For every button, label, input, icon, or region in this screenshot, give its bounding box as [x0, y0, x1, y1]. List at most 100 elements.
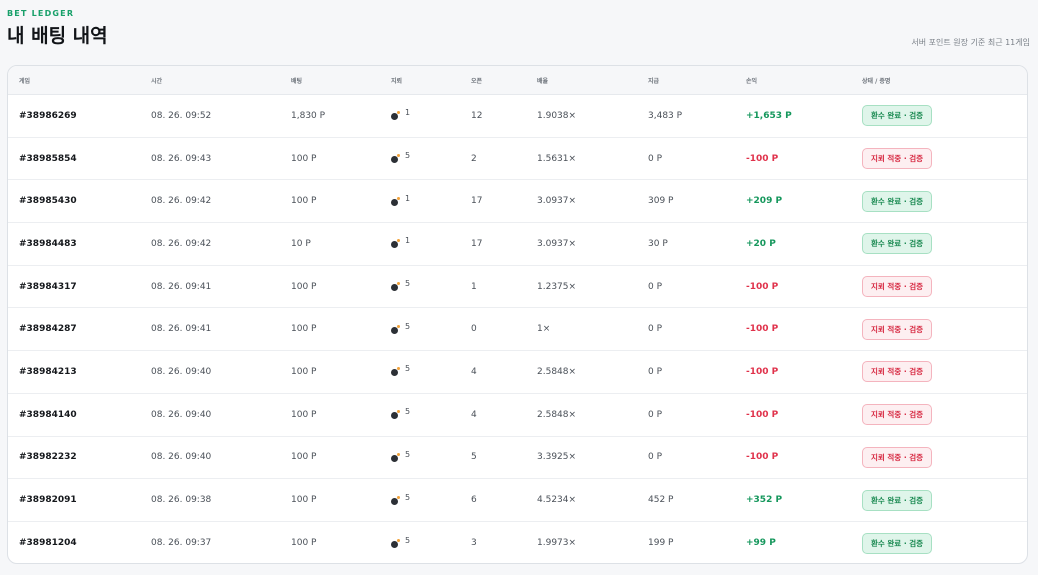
bet-amount: 100 P: [291, 281, 317, 292]
bet-amount: 100 P: [291, 409, 317, 420]
status-cell: 환수 완료 · 검증: [862, 95, 933, 137]
profit-loss: -100 P: [746, 452, 779, 463]
mines-count-cell: 5: [391, 522, 410, 563]
status-badge[interactable]: 환수 완료 · 검증: [862, 532, 933, 554]
column-header-payout: 지급: [648, 77, 660, 85]
profit-loss: +99 P: [746, 538, 776, 549]
open-count: 3: [471, 538, 477, 549]
bet-amount: 10 P: [291, 238, 311, 249]
status-cell: 지뢰 적중 · 검증: [862, 394, 933, 436]
mines-value: 5: [405, 364, 411, 374]
status-badge[interactable]: 환수 완료 · 검증: [862, 190, 933, 212]
bet-time: 08. 26. 09:42: [151, 238, 212, 249]
bet-amount: 100 P: [291, 538, 317, 549]
status-badge[interactable]: 환수 완료 · 검증: [862, 489, 933, 511]
mines-value: 5: [405, 321, 411, 331]
bet-time: 08. 26. 09:38: [151, 495, 212, 506]
table-row[interactable]: #38984483 08. 26. 09:42 10 P 1 17 3.0937× 30 P…: [8, 223, 1027, 266]
status-badge[interactable]: 지뢰 적중 · 검증: [862, 446, 933, 468]
game-id: #38986269: [19, 110, 77, 121]
profit-loss: +352 P: [746, 495, 783, 506]
open-count: 17: [471, 238, 483, 249]
table-row[interactable]: #38981204 08. 26. 09:37 100 P 5 3 1.9973× 199 …: [8, 522, 1027, 563]
multiplier: 2.5848×: [537, 366, 577, 377]
game-id: #38982232: [19, 452, 77, 463]
status-badge[interactable]: 지뢰 적중 · 검증: [862, 276, 933, 298]
mines-count-cell: 5: [391, 138, 410, 180]
mines-count-cell: 5: [391, 479, 410, 521]
mines-count: 5: [391, 450, 410, 462]
multiplier: 1.9973×: [537, 538, 577, 549]
column-header-bet: 배팅: [291, 77, 303, 85]
bet-time: 08. 26. 09:43: [151, 153, 212, 164]
bet-amount: 100 P: [291, 196, 317, 207]
status-cell: 지뢰 적중 · 검증: [862, 138, 933, 180]
multiplier: 1.2375×: [537, 281, 577, 292]
multiplier: 3.0937×: [537, 196, 577, 207]
multiplier: 3.0937×: [537, 238, 577, 249]
profit-loss: -100 P: [746, 281, 779, 292]
payout-amount: 0 P: [648, 153, 663, 164]
profit-loss: -100 P: [746, 153, 779, 164]
table-row[interactable]: #38984287 08. 26. 09:41 100 P 5 0 1× 0 P -100 P…: [8, 308, 1027, 352]
table-row[interactable]: #38985430 08. 26. 09:42 100 P 1 17 3.0937× 309…: [8, 180, 1027, 224]
status-badge[interactable]: 지뢰 적중 · 검증: [862, 361, 933, 383]
column-header-time: 시간: [151, 77, 163, 85]
column-header-status: 상태 / 증명: [862, 77, 891, 85]
open-count: 4: [471, 366, 477, 377]
game-id: #38984213: [19, 366, 77, 377]
table-row[interactable]: #38984213 08. 26. 09:40 100 P 5 4 2.5848× 0 P -…: [8, 351, 1027, 394]
status-cell: 지뢰 적중 · 검증: [862, 308, 933, 350]
table-row[interactable]: #38982232 08. 26. 09:40 100 P 5 5 3.3925× 0 P -…: [8, 437, 1027, 480]
bomb-icon: [391, 367, 400, 377]
status-cell: 지뢰 적중 · 검증: [862, 266, 933, 308]
status-badge[interactable]: 지뢰 적중 · 검증: [862, 404, 933, 426]
payout-amount: 30 P: [648, 238, 668, 249]
mines-count: 5: [391, 536, 410, 548]
bomb-icon: [391, 239, 400, 249]
column-header-mines: 지뢰: [391, 77, 403, 85]
column-header-open: 오픈: [471, 77, 483, 85]
profit-loss: -100 P: [746, 324, 779, 335]
column-header-multiplier: 배율: [537, 77, 549, 85]
table-row[interactable]: #38984317 08. 26. 09:41 100 P 5 1 1.2375× 0 P -…: [8, 266, 1027, 309]
table-row[interactable]: #38985854 08. 26. 09:43 100 P 5 2 1.5631× 0 P -…: [8, 138, 1027, 181]
status-cell: 환수 완료 · 검증: [862, 180, 933, 222]
bet-amount: 100 P: [291, 495, 317, 506]
mines-value: 5: [405, 151, 411, 161]
multiplier: 1×: [537, 324, 551, 335]
bet-time: 08. 26. 09:40: [151, 452, 212, 463]
profit-loss: +1,653 P: [746, 110, 792, 121]
mines-value: 5: [405, 279, 411, 289]
mines-count: 1: [391, 236, 410, 249]
mines-count: 5: [391, 493, 410, 505]
status-badge[interactable]: 환수 완료 · 검증: [862, 105, 933, 127]
status-badge[interactable]: 지뢰 적중 · 검증: [862, 318, 933, 340]
table-row[interactable]: #38984140 08. 26. 09:40 100 P 5 4 2.5848× 0 P -…: [8, 394, 1027, 437]
status-cell: 환수 완료 · 검증: [862, 479, 933, 521]
bet-history-table: 게임 시간 배팅 지뢰 오픈 배율 지급 손익 상태 / 증명 #3898626…: [7, 65, 1028, 564]
open-count: 17: [471, 196, 483, 207]
mines-count: 1: [391, 108, 410, 121]
table-row[interactable]: #38982091 08. 26. 09:38 100 P 5 6 4.5234× 452 …: [8, 479, 1027, 522]
mines-count: 5: [391, 407, 411, 420]
bet-amount: 100 P: [291, 452, 317, 463]
game-id: #38985430: [19, 196, 77, 207]
bomb-icon: [391, 495, 400, 505]
multiplier: 1.5631×: [537, 153, 577, 164]
game-id: #38985854: [19, 153, 77, 164]
status-badge[interactable]: 지뢰 적중 · 검증: [862, 148, 933, 170]
open-count: 4: [471, 409, 477, 420]
mines-count: 5: [391, 151, 411, 164]
bomb-icon: [391, 111, 400, 121]
mines-count-cell: 5: [391, 266, 410, 308]
mines-value: 5: [405, 407, 411, 417]
status-badge[interactable]: 환수 완료 · 검증: [862, 233, 933, 255]
game-id: #38984287: [19, 324, 77, 335]
table-header: 게임 시간 배팅 지뢰 오픈 배율 지급 손익 상태 / 증명: [8, 66, 1027, 95]
payout-amount: 0 P: [648, 452, 663, 463]
game-id: #38984317: [19, 281, 77, 292]
table-row[interactable]: #38986269 08. 26. 09:52 1,830 P 1 12 1.9038× 3…: [8, 95, 1027, 138]
mines-count-cell: 1: [391, 180, 410, 222]
game-id: #38984483: [19, 238, 77, 249]
